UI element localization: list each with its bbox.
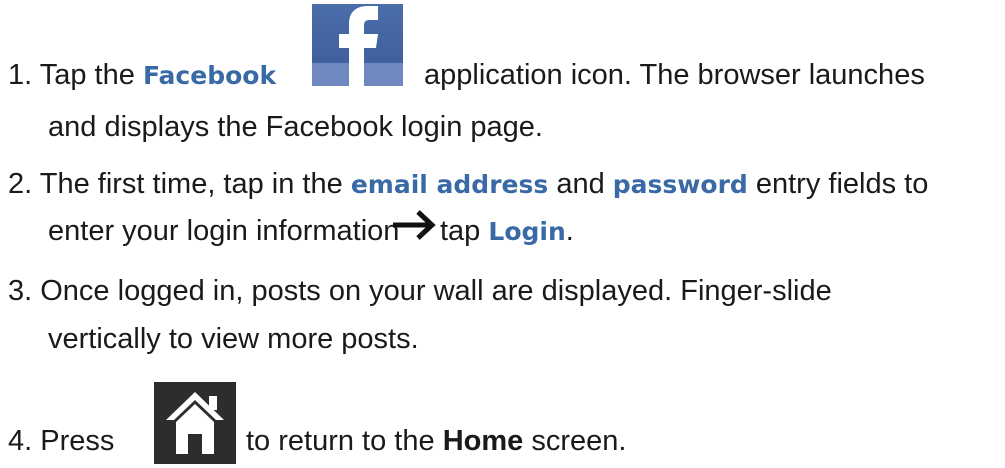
step-2-line-2-text: enter your login information — [48, 215, 400, 247]
step-2-line-2-cont: tap Login. — [440, 214, 574, 249]
step-1-text-line-2: and displays the Facebook login page. — [48, 111, 543, 143]
step-4-text-b: screen. — [531, 425, 627, 457]
step-2-period: . — [565, 215, 574, 247]
step-1-text-b: application icon. The browser launches — [424, 59, 925, 91]
home-house-icon — [154, 382, 236, 464]
login-keyword: Login — [488, 217, 566, 246]
step-1-line-1-cont: application icon. The browser launches — [424, 58, 925, 92]
step-4-press: Press — [40, 425, 115, 457]
email-address-keyword: email address — [350, 170, 549, 199]
right-arrow-icon — [393, 210, 436, 240]
step-3-line-2: vertically to view more posts. — [48, 322, 419, 356]
step-1-number: 1. — [8, 59, 33, 91]
step-1-line-2: and displays the Facebook login page. — [48, 110, 543, 144]
password-keyword: password — [612, 170, 748, 199]
step-1-text-a: Tap the — [39, 59, 135, 91]
step-4-number: 4. — [8, 425, 33, 457]
step-2-line-1: 2. The first time, tap in the email addr… — [8, 167, 928, 202]
step-4-text-a: to return to the — [246, 425, 435, 457]
step-2-number: 2. — [8, 168, 33, 200]
facebook-keyword: Facebook — [142, 61, 277, 90]
facebook-f-icon — [312, 4, 403, 86]
step-2-line-2: enter your login information — [48, 214, 399, 248]
step-3-line-1: 3. Once logged in, posts on your wall ar… — [8, 274, 832, 308]
step-2-tap: tap — [440, 215, 481, 247]
step-3-text-line-1: Once logged in, posts on your wall are d… — [40, 275, 832, 307]
home-keyword: Home — [442, 425, 524, 457]
step-2-text-a: The first time, tap in the — [39, 168, 343, 200]
step-4-line-1-cont: to return to the Home screen. — [246, 424, 626, 458]
step-3-number: 3. — [8, 275, 33, 307]
step-2-and: and — [556, 168, 605, 200]
step-2-text-b: entry fields to — [755, 168, 929, 200]
step-4-line-1: 4. Press — [8, 424, 114, 458]
step-3-text-line-2: vertically to view more posts. — [48, 323, 419, 355]
step-1-line-1: 1. Tap the Facebook — [8, 58, 276, 93]
